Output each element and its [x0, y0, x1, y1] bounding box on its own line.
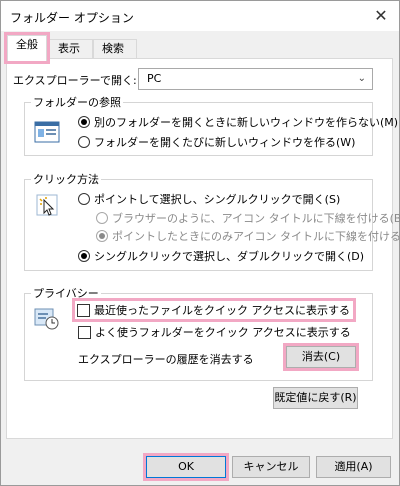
checkbox-show-recent-files[interactable]: 最近使ったファイルをクイック アクセスに表示する — [72, 298, 356, 322]
restore-defaults-button[interactable]: 既定値に戻す(R) — [273, 387, 358, 409]
tab-general[interactable]: 全般 — [4, 32, 50, 64]
radio-new-window[interactable]: フォルダーを開くたびに新しいウィンドウを作る(W) — [78, 134, 355, 150]
folder-browse-legend: フォルダーの参照 — [33, 96, 121, 109]
clear-history-button[interactable]: 消去(C) — [283, 343, 359, 371]
tab-view[interactable]: 表示 — [49, 39, 93, 59]
privacy-folder-clock-icon — [34, 305, 60, 331]
radio-underline-hover[interactable]: ポイントしたときにのみアイコン タイトルに下線を付ける(P) — [96, 228, 400, 244]
cursor-click-icon — [34, 193, 60, 219]
privacy-legend: プライバシー — [33, 287, 99, 300]
radio-single-click-label: ポイントして選択し、シングルクリックで開く(S) — [94, 193, 341, 206]
folder-options-dialog: フォルダー オプション ✕ 全般 表示 検索 エクスプローラーで開く: PC ⌄… — [0, 0, 400, 486]
radio-new-window-label: フォルダーを開くたびに新しいウィンドウを作る(W) — [94, 136, 356, 149]
general-tab-panel: エクスプローラーで開く: PC ⌄ フォルダーの参照 別のフォルダーを開くときに… — [6, 58, 400, 439]
radio-same-window[interactable]: 別のフォルダーを開くときに新しいウィンドウを作らない(M) — [78, 114, 398, 130]
checkbox-show-frequent-folders[interactable]: よく使うフォルダーをクイック アクセスに表示する — [78, 324, 351, 340]
show-frequent-folders-label: よく使うフォルダーをクイック アクセスに表示する — [95, 326, 351, 339]
apply-button[interactable]: 適用(A) — [316, 456, 391, 478]
title-bar: フォルダー オプション ✕ — [1, 1, 399, 31]
clear-history-label: エクスプローラーの履歴を消去する — [78, 353, 254, 366]
click-method-legend: クリック方法 — [33, 173, 99, 186]
open-explorer-label: エクスプローラーで開く: — [13, 74, 137, 87]
radio-same-window-label: 別のフォルダーを開くときに新しいウィンドウを作らない(M) — [94, 116, 399, 129]
checkbox-indicator — [77, 303, 90, 317]
radio-double-click[interactable]: シングルクリックで選択し、ダブルクリックで開く(D) — [78, 248, 364, 264]
radio-indicator — [96, 212, 108, 224]
radio-indicator — [78, 193, 90, 205]
radio-indicator — [78, 136, 90, 148]
folder-window-icon — [34, 119, 60, 145]
close-icon[interactable]: ✕ — [371, 6, 391, 26]
open-explorer-value: PC — [147, 72, 162, 85]
open-explorer-select[interactable]: PC ⌄ — [138, 68, 373, 90]
checkbox-indicator — [78, 325, 91, 339]
radio-single-click[interactable]: ポイントして選択し、シングルクリックで開く(S) — [78, 191, 340, 207]
radio-underline-hover-label: ポイントしたときにのみアイコン タイトルに下線を付ける(P) — [112, 230, 400, 243]
radio-indicator — [78, 116, 90, 128]
radio-indicator — [96, 230, 108, 242]
chevron-down-icon: ⌄ — [357, 73, 366, 84]
tab-strip: 全般 表示 検索 — [1, 32, 399, 64]
show-recent-files-label: 最近使ったファイルをクイック アクセスに表示する — [94, 304, 350, 317]
radio-underline-always-label: ブラウザーのように、アイコン タイトルに下線を付ける(B) — [112, 212, 400, 225]
radio-underline-always[interactable]: ブラウザーのように、アイコン タイトルに下線を付ける(B) — [96, 210, 400, 226]
window-title: フォルダー オプション — [10, 11, 134, 25]
radio-indicator — [78, 250, 90, 262]
cancel-button[interactable]: キャンセル — [232, 456, 310, 478]
tab-search[interactable]: 検索 — [93, 39, 137, 59]
radio-double-click-label: シングルクリックで選択し、ダブルクリックで開く(D) — [94, 250, 365, 263]
ok-button[interactable]: OK — [143, 453, 229, 481]
